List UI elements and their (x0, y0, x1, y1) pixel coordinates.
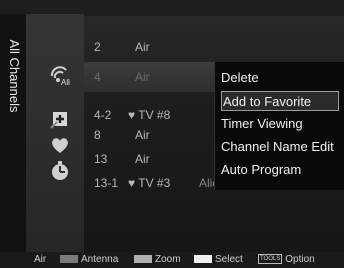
menu-item-timer-viewing[interactable]: Timer Viewing (221, 114, 339, 134)
channel-number: 2 (94, 40, 101, 54)
side-title-bar: All Channels (0, 14, 26, 252)
channel-number: 13-1 (94, 176, 119, 190)
bottom-help-bar: Air Antenna Zoom Select TOOLS Option (0, 252, 344, 268)
channel-list-screen: All Channels All 2 Air 4 Air 4-2 ♥ TV #8… (0, 0, 344, 268)
antenna-hint[interactable]: Antenna (60, 254, 118, 266)
filter-icon-column (26, 14, 84, 252)
select-color-key-icon (194, 255, 212, 264)
channel-number: 13 (94, 152, 108, 166)
select-hint[interactable]: Select (194, 254, 243, 266)
add-channel-icon[interactable] (49, 108, 71, 130)
antenna-color-key-icon (60, 255, 78, 264)
zoom-color-key-icon (134, 255, 152, 264)
zoom-label: Zoom (155, 254, 181, 265)
channel-type: Air (135, 70, 150, 84)
source-label: Air (34, 254, 47, 265)
select-label: Select (215, 254, 243, 265)
channel-number: 4-2 (94, 108, 112, 122)
channel-type: Air (135, 128, 150, 142)
antenna-label: Antenna (81, 254, 119, 265)
menu-item-channel-name-edit[interactable]: Channel Name Edit (221, 137, 339, 157)
menu-item-add-to-favorite[interactable]: Add to Favorite (221, 91, 339, 111)
option-label: Option (285, 254, 315, 265)
side-title: All Channels (7, 39, 22, 113)
channel-type: Air (135, 40, 150, 54)
channel-type: Air (135, 152, 150, 166)
all-filter-label: All (61, 78, 70, 87)
timer-clock-icon[interactable] (49, 160, 71, 182)
menu-item-delete[interactable]: Delete (221, 68, 339, 88)
menu-item-auto-program[interactable]: Auto Program (221, 160, 339, 180)
option-hint[interactable]: TOOLS Option (258, 254, 315, 266)
options-popup-menu: Delete Add to Favorite Timer Viewing Cha… (214, 62, 344, 190)
tools-key-icon: TOOLS (258, 254, 283, 265)
channel-number: 4 (94, 70, 101, 84)
favorite-heart-icon[interactable] (49, 134, 71, 156)
channel-type: ♥ TV #3 (128, 176, 171, 190)
zoom-hint[interactable]: Zoom (134, 254, 181, 266)
channel-number: 8 (94, 128, 101, 142)
channel-type: ♥ TV #8 (128, 108, 171, 122)
